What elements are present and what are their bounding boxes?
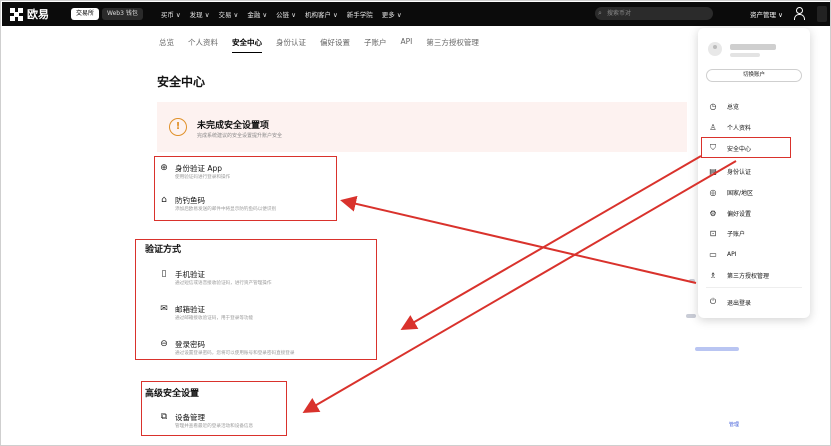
arrow-to-verification — [400, 155, 702, 331]
annotation-arrows — [302, 155, 737, 414]
arrow-to-incomplete — [340, 195, 697, 284]
arrow-to-advanced — [302, 160, 737, 414]
page-frame: 欧易 交易所 Web3 钱包 买币 ∨ 发现 ∨ 交易 ∨ 金融 ∨ 公链 ∨ … — [0, 0, 831, 446]
